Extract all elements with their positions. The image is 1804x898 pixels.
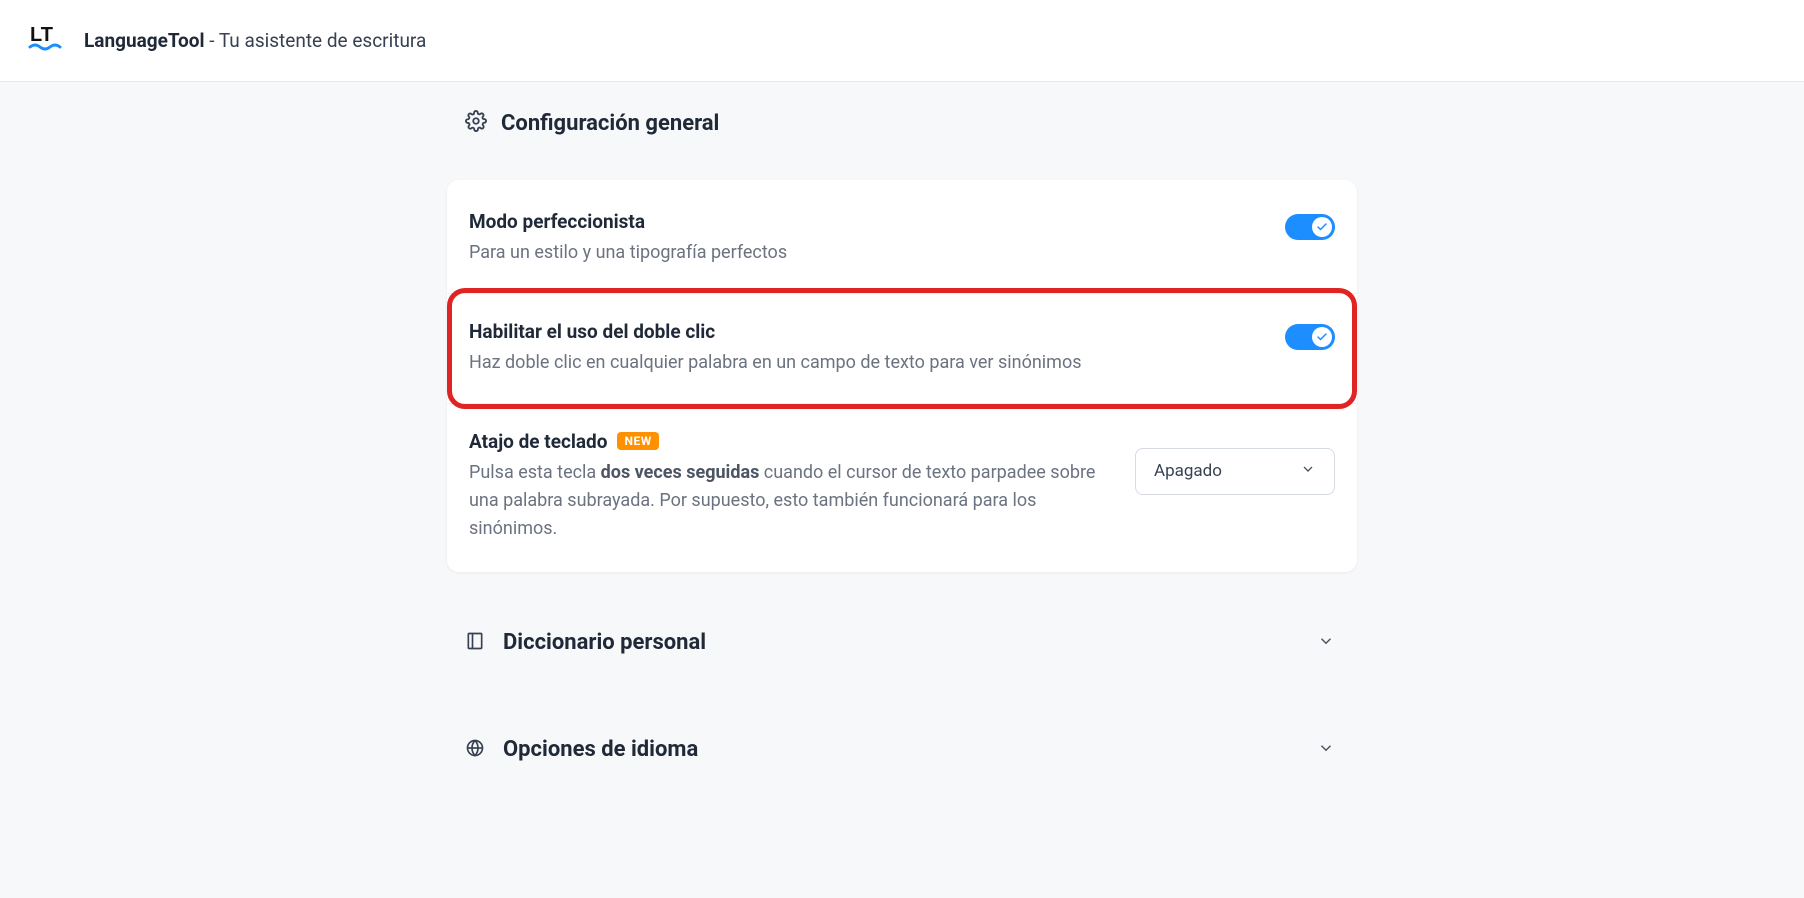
brand-tagline: Tu asistente de escritura [219, 29, 426, 52]
accordion-dictionary-title: Diccionario personal [503, 630, 706, 655]
section-general-title: Configuración general [501, 111, 719, 136]
accordion-language[interactable]: Opciones de idioma [447, 737, 1357, 762]
row-doubleclick-title: Habilitar el uso del doble clic [469, 320, 1265, 343]
general-settings-card: Modo perfeccionista Para un estilo y una… [447, 180, 1357, 572]
svg-text:LT: LT [30, 24, 53, 46]
row-doubleclick-desc: Haz doble clic en cualquier palabra en u… [469, 349, 1265, 377]
row-doubleclick: Habilitar el uso del doble clic Haz dobl… [447, 294, 1357, 404]
toggle-knob [1312, 327, 1332, 347]
globe-icon [465, 738, 485, 762]
chevron-down-icon [1317, 632, 1335, 654]
main: Configuración general Modo perfeccionist… [447, 82, 1357, 762]
logo-text: LanguageTool - Tu asistente de escritura [84, 29, 426, 52]
row-perfectionist-title: Modo perfeccionista [469, 210, 1265, 233]
section-general-header: Configuración general [447, 110, 1357, 136]
row-shortcut-desc: Pulsa esta tecla dos veces seguidas cuan… [469, 459, 1115, 543]
toggle-perfectionist[interactable] [1285, 214, 1335, 240]
topbar: LT LanguageTool - Tu asistente de escrit… [0, 0, 1804, 82]
accordion-language-title: Opciones de idioma [503, 737, 698, 762]
shortcut-select-value: Apagado [1154, 461, 1222, 481]
gear-icon [465, 110, 487, 136]
shortcut-select[interactable]: Apagado [1135, 448, 1335, 495]
logo-block: LT LanguageTool - Tu asistente de escrit… [26, 19, 426, 63]
toggle-doubleclick[interactable] [1285, 324, 1335, 350]
chevron-down-icon [1300, 461, 1316, 482]
row-perfectionist: Modo perfeccionista Para un estilo y una… [447, 184, 1357, 294]
logo-icon: LT [26, 19, 66, 63]
accordion-dictionary[interactable]: Diccionario personal [447, 630, 1357, 655]
row-shortcut: Atajo de teclado NEW Pulsa esta tecla do… [447, 404, 1357, 569]
new-badge: NEW [617, 432, 658, 450]
row-shortcut-title: Atajo de teclado NEW [469, 430, 1115, 453]
chevron-down-icon [1317, 739, 1335, 761]
brand-name: LanguageTool [84, 29, 205, 52]
row-perfectionist-desc: Para un estilo y una tipografía perfecto… [469, 239, 1265, 267]
toggle-knob [1312, 217, 1332, 237]
book-icon [465, 631, 485, 655]
